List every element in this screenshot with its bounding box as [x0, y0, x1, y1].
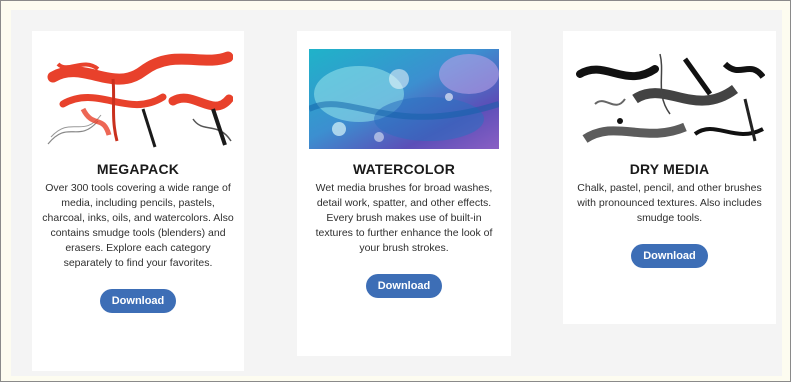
card-title: DRY MEDIA: [629, 161, 710, 177]
megapack-card: MEGAPACK Over 300 tools covering a wide …: [32, 31, 244, 371]
dry-media-image: [574, 49, 765, 149]
card-title: WATERCOLOR: [352, 161, 456, 177]
dry-media-download-button[interactable]: Download: [631, 244, 708, 268]
dry-media-card: DRY MEDIA Chalk, pastel, pencil, and oth…: [563, 31, 776, 324]
card-description: Chalk, pastel, pencil, and other brushes…: [577, 182, 762, 224]
card-title: MEGAPACK: [96, 161, 180, 177]
card-description: Over 300 tools covering a wide range of …: [42, 182, 234, 269]
watercolor-card: WATERCOLOR Wet media brushes for broad w…: [297, 31, 511, 356]
brush-packs-panel: MEGAPACK Over 300 tools covering a wide …: [11, 10, 782, 376]
blue-watercolor-wash-image: [309, 49, 499, 149]
red-ink-brush-strokes-image: [43, 49, 233, 149]
black-charcoal-strokes-image: [574, 49, 765, 149]
card-description: Wet media brushes for broad washes, deta…: [315, 182, 493, 254]
page-frame: MEGAPACK Over 300 tools covering a wide …: [0, 0, 791, 382]
megapack-download-button[interactable]: Download: [99, 289, 177, 313]
watercolor-download-button[interactable]: Download: [365, 274, 443, 298]
watercolor-image: [309, 49, 499, 149]
megapack-image: [43, 49, 233, 149]
